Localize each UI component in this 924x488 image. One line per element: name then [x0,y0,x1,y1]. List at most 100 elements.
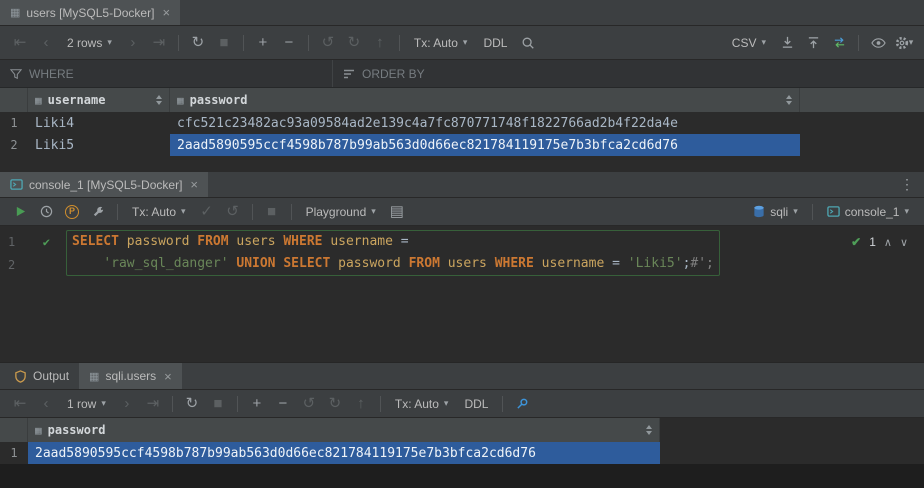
data-transfer-icon[interactable] [827,32,851,54]
separator [172,396,173,412]
redo-icon[interactable]: ↻ [323,393,347,415]
separator [858,35,859,51]
column-header-password[interactable]: ▦ password [28,418,660,442]
run-icon[interactable] [8,201,32,223]
submit-icon[interactable]: ↑ [368,32,392,54]
stop-icon[interactable]: ■ [212,32,236,54]
wrench-icon[interactable] [86,201,110,223]
sort-icon[interactable] [646,425,652,435]
sql-operator: = [612,256,628,271]
pin-icon[interactable] [510,393,534,415]
stop-icon[interactable]: ■ [206,393,230,415]
cell-password[interactable]: cfc521c23482ac93a09584ad2e139c4a7fc87077… [170,112,800,134]
schema-dropdown[interactable]: sqli ▾ [746,201,805,223]
sql-keyword: UNION [236,256,283,271]
delete-row-icon[interactable]: − [277,32,301,54]
console-session-dropdown[interactable]: console_1 ▾ [820,201,916,223]
separator [812,204,813,220]
ide-window: ▦ users [MySQL5-Docker] × ⇤ ‹ 2 rows▾ › … [0,0,924,488]
ddl-button[interactable]: DDL [457,393,495,415]
last-page-icon[interactable]: ⇥ [141,393,165,415]
page-size-dropdown[interactable]: 2 rows▾ [60,32,119,54]
add-row-icon[interactable]: + [245,393,269,415]
tab-result-grid[interactable]: ▦ sqli.users × [79,363,182,389]
cell-password-selected[interactable]: 2aad5890595ccf4598b787b99ab563d0d66ec821… [28,442,660,464]
next-result-icon[interactable]: ∨ [900,236,908,249]
export-download-icon[interactable] [775,32,799,54]
redo-icon[interactable]: ↻ [342,32,366,54]
result-success-icon: ✔ [851,235,861,249]
first-page-icon[interactable]: ⇤ [8,393,32,415]
submit-icon[interactable]: ↑ [349,393,373,415]
more-options-icon[interactable]: ⋮ [890,172,924,197]
prev-page-icon[interactable]: ‹ [34,393,58,415]
ddl-button[interactable]: DDL [476,32,514,54]
column-header-password[interactable]: ▦ password [170,88,800,112]
column-header-username[interactable]: ▦ username [28,88,170,112]
page-size-dropdown[interactable]: 1 row▾ [60,393,113,415]
prev-page-icon[interactable]: ‹ [34,32,58,54]
column-icon: ▦ [35,94,42,107]
bottom-empty-area [0,464,924,488]
tx-mode-dropdown[interactable]: Tx: Auto▾ [388,393,456,415]
history-clock-icon[interactable] [34,201,58,223]
undo-icon[interactable]: ↺ [297,393,321,415]
close-icon[interactable]: × [164,370,172,383]
p-badge-icon: P [65,205,79,219]
next-page-icon[interactable]: › [115,393,139,415]
add-row-icon[interactable]: + [251,32,275,54]
tx-mode-dropdown[interactable]: Tx: Auto▾ [407,32,475,54]
tab-output[interactable]: Output [4,363,79,389]
profiler-icon[interactable]: P [60,201,84,223]
refresh-icon[interactable]: ↻ [180,393,204,415]
view-eye-icon[interactable] [866,32,890,54]
first-page-icon[interactable]: ⇤ [8,32,32,54]
separator [399,35,400,51]
row-number[interactable]: 2 [0,134,28,156]
prev-result-icon[interactable]: ∧ [884,236,892,249]
data-editor-tabbar: ▦ users [MySQL5-Docker] × [0,0,924,26]
sql-editor[interactable]: 1 ✔ 2 SELECT password FROM users WHERE u… [0,226,924,362]
tab-users-table[interactable]: ▦ users [MySQL5-Docker] × [0,0,180,25]
next-page-icon[interactable]: › [121,32,145,54]
tab-console[interactable]: console_1 [MySQL5-Docker] × [0,172,208,197]
stop-icon[interactable]: ■ [260,201,284,223]
sort-icon[interactable] [156,95,162,105]
row-number[interactable]: 1 [0,112,28,134]
close-icon[interactable]: × [190,178,198,191]
rollback-icon[interactable]: ↺ [221,201,245,223]
sql-string: 'Liki5' [628,256,683,271]
output-tabbar: Output ▦ sqli.users × [0,362,924,390]
last-page-icon[interactable]: ⇥ [147,32,171,54]
delete-row-icon[interactable]: − [271,393,295,415]
close-icon[interactable]: × [162,6,170,19]
export-format-dropdown[interactable]: CSV ▾ [725,32,773,54]
success-check-icon: ✔ [43,235,50,249]
playground-dropdown[interactable]: Playground▾ [299,201,383,223]
order-by-filter-input[interactable]: ORDER BY [333,60,435,87]
in-editor-results-icon[interactable]: ▤ [385,201,409,223]
editor-gutter: 1 ✔ 2 [0,230,60,276]
cell-password-selected[interactable]: 2aad5890595ccf4598b787b99ab563d0d66ec821… [170,134,800,156]
cell-username[interactable]: Liki4 [28,112,170,134]
commit-check-icon[interactable]: ✓ [195,201,219,223]
line-number: 2 [8,258,15,272]
search-icon[interactable] [516,32,540,54]
import-upload-icon[interactable] [801,32,825,54]
refresh-icon[interactable]: ↻ [186,32,210,54]
console-icon [827,205,840,218]
separator [178,35,179,51]
where-filter-input[interactable]: WHERE [0,60,333,87]
export-format-label: CSV [732,36,757,50]
chevron-down-icon: ▾ [793,206,798,217]
separator [380,396,381,412]
tx-mode-dropdown[interactable]: Tx: Auto▾ [125,201,193,223]
settings-gear-icon[interactable]: ▾ [892,32,916,54]
database-icon [753,205,765,218]
tab-label: users [MySQL5-Docker] [26,6,154,20]
chevron-down-icon: ▾ [761,37,766,48]
cell-username[interactable]: Liki5 [28,134,170,156]
undo-icon[interactable]: ↺ [316,32,340,54]
row-number[interactable]: 1 [0,442,28,464]
sort-icon[interactable] [786,95,792,105]
